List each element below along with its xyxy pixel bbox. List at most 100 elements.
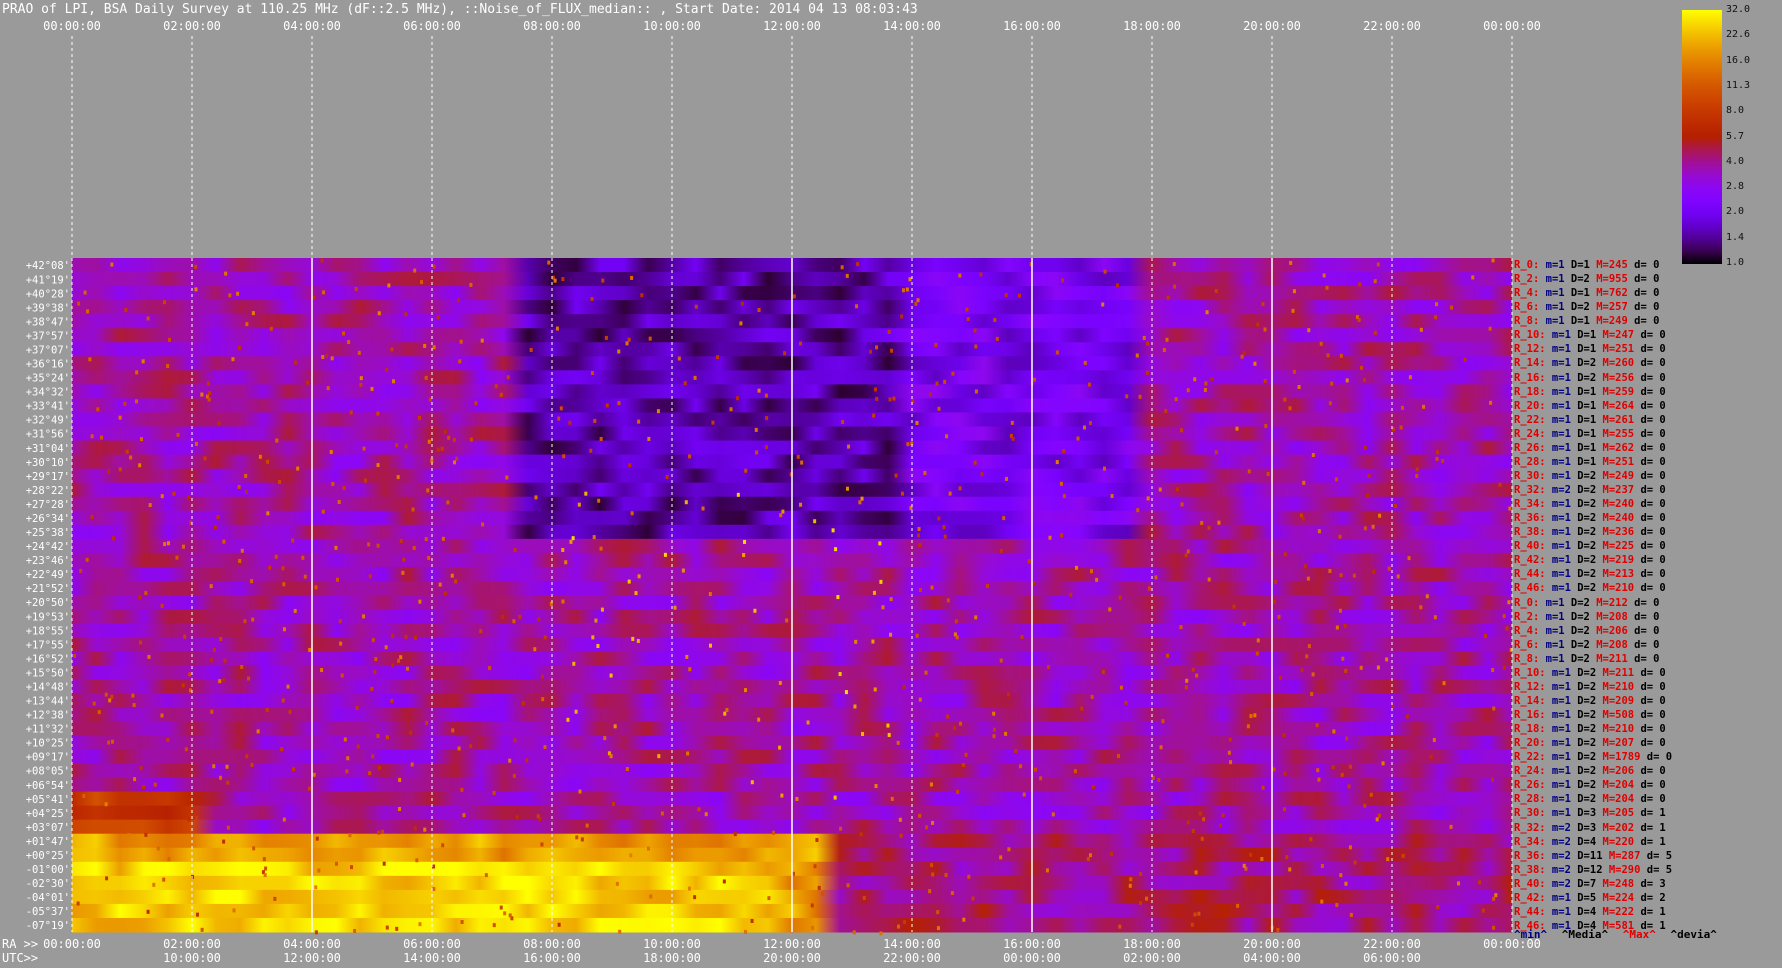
heatmap-cell (838, 672, 842, 677)
receiver-stat-row: R_0: m=1 D=1 M=245 d= 0 (1514, 259, 1660, 271)
heatmap-cell (488, 666, 492, 671)
declination-label: -01°00' (26, 864, 70, 876)
heatmap-cell (1004, 293, 1008, 298)
heatmap-cell (571, 536, 575, 541)
heatmap-cell (1088, 853, 1092, 858)
heatmap-cell (1362, 378, 1366, 383)
heatmap-cell (1272, 599, 1276, 604)
heatmap-cell (1039, 776, 1043, 781)
receiver-stat-row: R_18: m=1 D=1 M=259 d= 0 (1514, 385, 1666, 398)
heatmap-cell (1322, 273, 1326, 278)
heatmap-cell (1145, 370, 1149, 375)
heatmap-cell (219, 637, 223, 642)
heatmap-cell (258, 454, 262, 459)
heatmap-cell (979, 272, 983, 277)
heatmap-cell (887, 329, 891, 334)
heatmap-cell (1385, 657, 1389, 662)
heatmap-cell (603, 736, 607, 741)
heatmap-cell (1020, 634, 1024, 639)
heatmap-cell (905, 287, 909, 292)
heatmap-cell (1505, 626, 1509, 631)
heatmap-cell (226, 780, 230, 785)
heatmap-cell (1278, 675, 1282, 680)
ra-axis-tick-label: 04:00:00 (283, 937, 341, 951)
heatmap-cell (1194, 870, 1198, 875)
heatmap-cell (357, 350, 361, 355)
heatmap-cell (341, 331, 345, 336)
heatmap-cell (943, 534, 947, 539)
heatmap-cell (1301, 516, 1305, 521)
heatmap-cell (322, 290, 326, 295)
heatmap-cell (1363, 803, 1367, 808)
receiver-stat-row: R_26: m=1 D=1 M=262 d= 0 (1514, 441, 1666, 454)
heatmap-cell (999, 658, 1003, 663)
heatmap-cell (1145, 896, 1149, 901)
heatmap-cell (194, 264, 198, 269)
heatmap-cell (251, 617, 255, 622)
heatmap-cell (1135, 353, 1139, 358)
heatmap-cell (716, 355, 720, 360)
heatmap-cell (88, 357, 92, 362)
heatmap-cell (1292, 369, 1296, 374)
heatmap-cell (441, 843, 445, 848)
heatmap-cell (1032, 377, 1036, 382)
heatmap-cell (665, 475, 669, 480)
heatmap-cell (1492, 706, 1496, 711)
heatmap-cell (872, 413, 876, 418)
heatmap-cell (362, 446, 366, 451)
top-axis-tick-label: 04:00:00 (283, 19, 341, 33)
heatmap-cell (1146, 496, 1150, 501)
heatmap-cell (244, 473, 248, 478)
utc-axis-tick-label: 18:00:00 (643, 951, 701, 965)
heatmap-cell (688, 667, 692, 672)
heatmap-cell (222, 839, 226, 844)
heatmap-cell (251, 311, 255, 316)
heatmap-cell (481, 522, 485, 527)
heatmap-cell (765, 416, 769, 421)
heatmap-cell (1491, 668, 1495, 673)
heatmap-cell (338, 619, 342, 624)
heatmap-cell (799, 341, 803, 346)
heatmap-cell (1256, 322, 1260, 327)
receiver-stat-row: R_6: m=1 D=2 M=257 d= 0 (1514, 301, 1660, 314)
heatmap-cell (200, 927, 204, 932)
heatmap-cell (640, 293, 644, 298)
heatmap-cell (1358, 282, 1362, 287)
heatmap-cell (503, 911, 507, 916)
heatmap-cell (428, 397, 432, 402)
heatmap-cell (1307, 328, 1311, 333)
heatmap-cell (1491, 777, 1495, 782)
heatmap-cell (1363, 526, 1367, 531)
heatmap-cell (1335, 902, 1339, 907)
receiver-stat-row: R_34: m=1 D=2 M=240 d= 0 (1514, 498, 1666, 511)
ra-axis-tick-label: 08:00:00 (523, 937, 581, 951)
heatmap-cell (1341, 656, 1345, 661)
declination-label: +28°22' (26, 485, 70, 497)
declination-label: -07°19' (26, 920, 70, 932)
heatmap-cell (999, 855, 1003, 860)
receiver-stat-row: R_2: m=1 D=2 M=955 d= 0 (1514, 273, 1660, 286)
heatmap-cell (879, 931, 883, 936)
heatmap-cell (846, 883, 850, 888)
ra-axis-tick-label: 02:00:00 (163, 937, 221, 951)
heatmap-cell (879, 579, 883, 584)
heatmap-cell (1115, 283, 1119, 288)
heatmap-cell (744, 468, 748, 473)
heatmap-cell (1338, 534, 1342, 539)
heatmap-cell (236, 291, 240, 296)
declination-label: +03°07' (26, 822, 70, 834)
heatmap-cell (561, 277, 565, 282)
heatmap-cell (1305, 654, 1309, 659)
heatmap-cell (540, 842, 544, 847)
heatmap-cell (948, 491, 952, 496)
top-axis-tick-label: 02:00:00 (163, 19, 221, 33)
receiver-stat-row: R_24: m=1 D=2 M=206 d= 0 (1514, 765, 1666, 778)
receiver-stat-row: R_40: m=1 D=2 M=225 d= 0 (1514, 540, 1666, 553)
declination-label: +12°38' (26, 710, 70, 722)
heatmap-cell (817, 885, 821, 890)
heatmap-cell (630, 511, 634, 516)
heatmap-cell (1502, 665, 1506, 670)
heatmap-cell (537, 617, 541, 622)
declination-label: +30°10' (26, 457, 70, 469)
heatmap-cell (1494, 893, 1498, 898)
